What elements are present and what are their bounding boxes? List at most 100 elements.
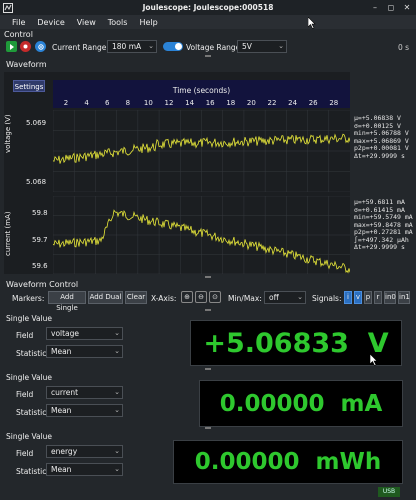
time-axis-tick: 8 — [125, 99, 131, 107]
play-button[interactable] — [6, 41, 17, 52]
field-value: current — [51, 388, 79, 397]
current-tick: 59.7 — [32, 236, 48, 244]
clear-markers-button[interactable]: Clear — [125, 291, 147, 304]
current-range-select[interactable]: 180 mA ⌄ — [107, 40, 157, 53]
statistic-label: Statistic — [16, 349, 47, 358]
play-icon — [9, 43, 14, 50]
waveform-section-label: Waveform — [6, 60, 47, 69]
menu-file[interactable]: File — [12, 18, 25, 27]
signal-toggle-in0[interactable]: in0 — [384, 291, 396, 304]
voltage-tick: 5.068 — [26, 178, 47, 186]
mouse-cursor-icon — [308, 17, 316, 29]
add-single-marker-button[interactable]: Add Single — [48, 291, 86, 312]
chevron-down-icon: ⌄ — [148, 42, 154, 50]
mouse-cursor-icon — [370, 354, 378, 366]
voltage-range-select[interactable]: 5V ⌄ — [237, 40, 287, 53]
statistic-select[interactable]: Mean ⌄ — [46, 404, 123, 417]
field-value: energy — [51, 447, 78, 456]
voltage-plot[interactable] — [53, 110, 350, 192]
current-statistics: μ=+59.6811 mA σ=+0.61415 mA min=+59.5749 m… — [354, 198, 413, 252]
chevron-down-icon: ⌄ — [114, 465, 120, 473]
chevron-down-icon: ⌄ — [278, 42, 284, 50]
time-axis-tick: 26 — [308, 99, 318, 107]
usb-status-badge: USB — [378, 487, 400, 497]
field-select[interactable]: voltage ⌄ — [46, 327, 123, 340]
signal-toggle-i[interactable]: i — [344, 291, 352, 304]
zoom-in-icon: ⊕ — [184, 293, 190, 301]
splitter-handle[interactable] — [205, 427, 211, 429]
splitter-handle[interactable] — [205, 368, 211, 370]
signal-toggle-in1[interactable]: in1 — [398, 291, 410, 304]
current-tick: 59.6 — [32, 262, 48, 270]
signal-toggle-p[interactable]: p — [364, 291, 372, 304]
zoom-in-button[interactable]: ⊕ — [181, 291, 193, 303]
statistic-value: Mean — [51, 347, 72, 356]
add-dual-marker-button[interactable]: Add Dual — [88, 291, 123, 304]
splitter-handle[interactable] — [205, 276, 211, 278]
time-axis-tick: 20 — [246, 99, 256, 107]
voltage-axis-label: voltage (V) — [4, 114, 12, 153]
current-plot[interactable] — [53, 196, 350, 274]
time-axis-tick: 18 — [226, 99, 236, 107]
waveform-settings-button[interactable]: Settings — [13, 80, 45, 92]
time-axis-tick: 24 — [288, 99, 298, 107]
field-select[interactable]: energy ⌄ — [46, 445, 123, 458]
single-value-label: Single Value — [6, 432, 53, 441]
splitter-handle[interactable] — [205, 309, 211, 311]
menu-tools[interactable]: Tools — [108, 18, 128, 27]
statistics-record-button[interactable] — [35, 41, 46, 52]
chevron-down-icon: ⌄ — [114, 388, 120, 396]
field-value: voltage — [51, 329, 80, 338]
voltage-statistics: μ=+5.06838 Vσ=+0.00125 Vmin=+5.06788 Vma… — [354, 114, 409, 160]
chevron-down-icon: ⌄ — [114, 406, 120, 414]
chevron-down-icon: ⌄ — [114, 347, 120, 355]
menu-view[interactable]: View — [77, 18, 96, 27]
statistic-label: Statistic — [16, 467, 47, 476]
field-label: Field — [16, 390, 34, 399]
current-tick: 59.8 — [32, 209, 48, 217]
voltage-stat-line: Δt=+29.9999 s — [354, 151, 405, 160]
maximize-button[interactable]: ◻ — [386, 2, 396, 12]
menu-bar: File Device View Tools Help — [0, 15, 416, 29]
single-value-display: 0.00000 mWh — [173, 440, 403, 484]
current-range-value: 180 mA — [112, 42, 142, 51]
field-label: Field — [16, 449, 34, 458]
voltage-tick: 5.069 — [26, 119, 47, 127]
time-axis-title: Time (seconds) — [172, 86, 231, 95]
record-icon — [23, 44, 28, 49]
time-axis-tick: 10 — [143, 99, 153, 107]
minmax-value: off — [269, 293, 279, 302]
time-axis-tick: 2 — [63, 99, 69, 107]
field-select[interactable]: current ⌄ — [46, 386, 123, 399]
single-value-display: 0.00000 mA — [199, 380, 403, 427]
minimize-button[interactable]: – — [370, 2, 380, 12]
zoom-out-button[interactable]: ⊖ — [195, 291, 207, 303]
record-button[interactable] — [20, 41, 31, 52]
chevron-down-icon: ⌄ — [297, 293, 303, 301]
time-axis[interactable]: Time (seconds) 2 4 6 8 10 12 14 16 18 20 22 24 26 28 — [53, 80, 350, 108]
statistic-select[interactable]: Mean ⌄ — [46, 345, 123, 358]
menu-help[interactable]: Help — [139, 18, 157, 27]
window-title: Joulescope: Joulescope:000518 — [142, 3, 274, 12]
zoom-all-button[interactable]: ⊙ — [209, 291, 221, 303]
close-button[interactable]: ✕ — [402, 2, 412, 12]
control-section-label: Control — [4, 30, 33, 39]
voltage-range-toggle[interactable] — [163, 42, 183, 51]
elapsed-time: 0 s — [398, 43, 410, 52]
markers-label: Markers: — [12, 294, 45, 303]
current-range-label: Current Range — [52, 43, 107, 52]
signal-toggle-v[interactable]: v — [354, 291, 362, 304]
minmax-select[interactable]: off ⌄ — [264, 291, 306, 304]
menu-device[interactable]: Device — [37, 18, 64, 27]
statistic-select[interactable]: Mean ⌄ — [46, 463, 123, 476]
statistics-record-icon — [37, 43, 44, 50]
zoom-out-icon: ⊖ — [198, 293, 204, 301]
current-stat-line: Δt=+29.9999 s — [354, 243, 405, 251]
splitter-handle[interactable] — [205, 55, 211, 57]
time-axis-tick: 16 — [205, 99, 215, 107]
single-value-label: Single Value — [6, 373, 53, 382]
signal-toggle-r[interactable]: r — [374, 291, 382, 304]
time-axis-tick: 22 — [267, 99, 277, 107]
time-axis-tick: 6 — [104, 99, 110, 107]
time-axis-tick: 12 — [164, 99, 174, 107]
